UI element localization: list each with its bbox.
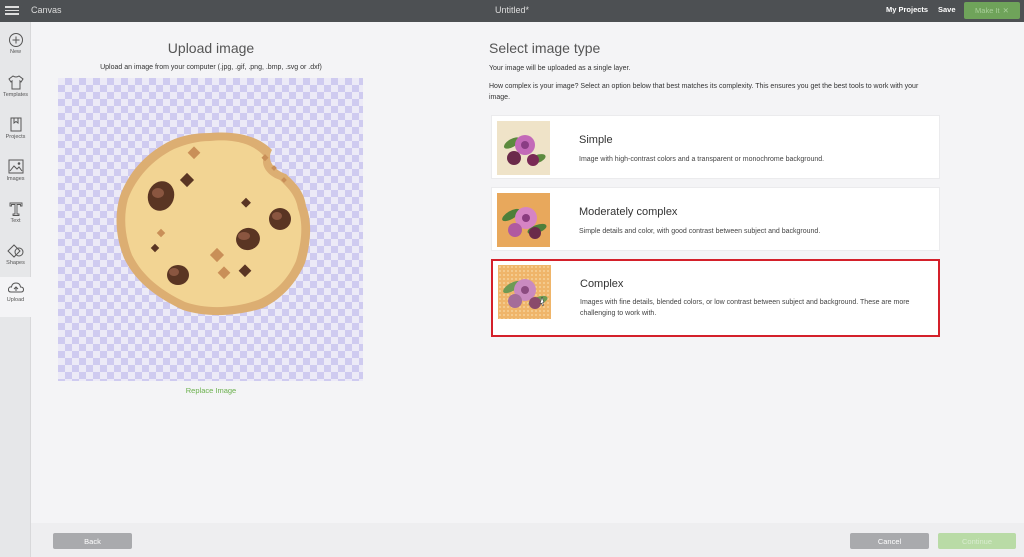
image-preview — [58, 78, 363, 381]
sidebar-label-templates: Templates — [2, 92, 29, 98]
continue-button[interactable]: Continue — [938, 533, 1016, 549]
single-layer-note: Your image will be uploaded as a single … — [489, 65, 631, 72]
option-complex[interactable]: Complex Images with fine details, blende… — [491, 259, 940, 337]
make-it-label: Make It — [975, 6, 1000, 15]
option-moderately-complex-description: Simple details and color, with good cont… — [579, 228, 821, 235]
sidebar-item-templates[interactable]: Templates — [0, 72, 31, 112]
select-image-type-title: Select image type — [489, 40, 601, 56]
sidebar-item-images[interactable]: Images — [0, 156, 31, 196]
sidebar-label-upload: Upload — [6, 297, 25, 303]
text-icon — [9, 202, 22, 216]
option-moderately-complex[interactable]: Moderately complex Simple details and co… — [491, 187, 940, 251]
sidebar-label-text: Text — [10, 218, 21, 224]
my-projects-link[interactable]: My Projects — [886, 5, 928, 14]
projects-icon — [10, 117, 21, 132]
option-simple-name: Simple — [579, 134, 613, 146]
option-simple[interactable]: Simple Image with high-contrast colors a… — [491, 115, 940, 179]
sidebar-label-new: New — [9, 49, 21, 55]
cancel-button[interactable]: Cancel — [850, 533, 929, 549]
sidebar-item-upload[interactable]: Upload — [0, 277, 31, 317]
back-button[interactable]: Back — [53, 533, 132, 549]
cloud-upload-icon — [7, 282, 24, 293]
replace-image-link[interactable]: Replace Image — [60, 386, 362, 395]
option-moderately-complex-name: Moderately complex — [579, 206, 678, 218]
tshirt-icon — [7, 75, 24, 90]
upload-image-subtitle: Upload an image from your computer (.jpg… — [100, 64, 322, 71]
shapes-icon — [6, 244, 23, 258]
sidebar-label-images: Images — [6, 176, 25, 182]
images-icon — [8, 159, 23, 174]
option-complex-description: Images with fine details, blended colors… — [580, 299, 910, 317]
upload-image-title: Upload image — [167, 40, 255, 56]
sidebar-item-new[interactable]: New — [0, 30, 31, 70]
complex-thumbnail — [498, 265, 551, 319]
sidebar-item-text[interactable]: Text — [0, 198, 31, 238]
document-title[interactable]: Untitled* — [0, 5, 1024, 15]
sidebar-label-shapes: Shapes — [6, 260, 25, 266]
option-complex-name: Complex — [580, 278, 624, 290]
save-link[interactable]: Save — [938, 5, 956, 14]
moderately-complex-thumbnail — [497, 193, 550, 247]
left-sidebar: New Templates Projects Images Text Shape… — [0, 22, 31, 557]
close-x-icon: ✕ — [1002, 6, 1009, 15]
make-it-button[interactable]: Make It ✕ — [964, 2, 1020, 19]
simple-thumbnail — [497, 121, 550, 175]
sidebar-label-projects: Projects — [5, 134, 26, 140]
cookie-image — [116, 132, 311, 316]
plus-circle-icon — [8, 33, 23, 47]
complexity-question: How complex is your image? Select an opt… — [489, 83, 919, 101]
option-simple-description: Image with high-contrast colors and a tr… — [579, 156, 825, 163]
top-bar: Canvas Untitled* My Projects Save Make I… — [0, 0, 1024, 22]
sidebar-item-projects[interactable]: Projects — [0, 114, 31, 154]
sidebar-item-shapes[interactable]: Shapes — [0, 240, 31, 280]
